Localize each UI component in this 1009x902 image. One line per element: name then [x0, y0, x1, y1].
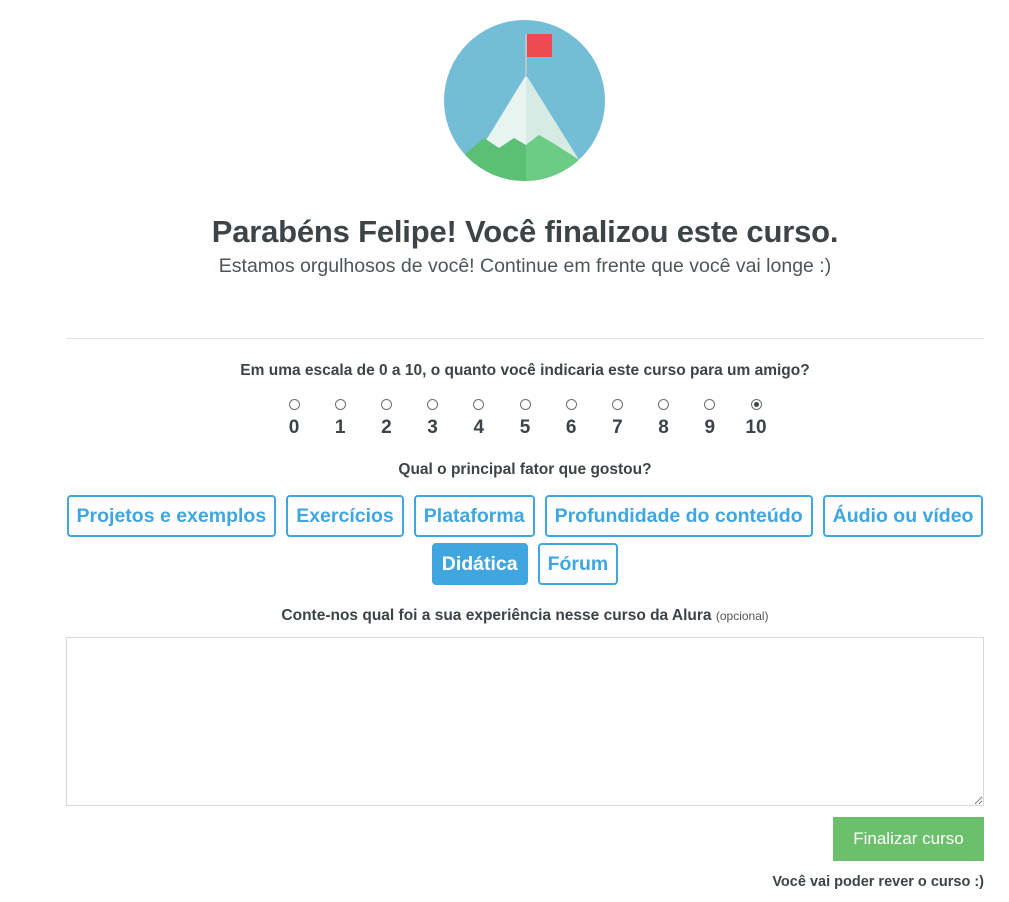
- page-title: Parabéns Felipe! Você finalizou este cur…: [211, 214, 839, 249]
- review-note: Você vai poder rever o curso :): [772, 874, 984, 890]
- nps-option-7[interactable]: 7: [597, 395, 637, 439]
- nps-radio-8[interactable]: [658, 399, 670, 410]
- nps-radio-6[interactable]: [565, 399, 577, 410]
- nps-radio-7[interactable]: [611, 399, 623, 410]
- nps-radio-1[interactable]: [334, 399, 346, 410]
- nps-radio-5[interactable]: [519, 399, 531, 410]
- factor-button-forum[interactable]: Fórum: [537, 543, 619, 585]
- factor-button-plataforma[interactable]: Plataforma: [413, 495, 535, 537]
- factor-button-audio-ou-video[interactable]: Áudio ou vídeo: [822, 495, 984, 537]
- nps-option-8[interactable]: 8: [644, 395, 684, 439]
- nps-option-0[interactable]: 0: [274, 395, 314, 439]
- comment-textarea[interactable]: [66, 637, 984, 806]
- nps-label-2: 2: [381, 417, 392, 438]
- nps-radio-9[interactable]: [704, 399, 716, 410]
- nps-label-1: 1: [334, 417, 346, 438]
- nps-option-3[interactable]: 3: [413, 395, 453, 439]
- factor-question: Qual o principal fator que gostou?: [398, 461, 652, 478]
- factor-options: Projetos e exemplos Exercícios Plataforma P…: [0, 495, 1009, 591]
- finish-course-button[interactable]: Finalizar curso: [833, 817, 984, 861]
- nps-option-2[interactable]: 2: [366, 395, 406, 439]
- comment-label-text: Conte-nos qual foi a sua experiência nes…: [281, 607, 712, 624]
- nps-question: Em uma escala de 0 a 10, o quanto você i…: [240, 362, 810, 379]
- nps-label-3: 3: [427, 417, 438, 438]
- nps-option-1[interactable]: 1: [320, 395, 360, 439]
- nps-radio-10[interactable]: [750, 399, 762, 410]
- nps-option-5[interactable]: 5: [505, 395, 545, 439]
- page-subtitle: Estamos orgulhosos de você! Continue em …: [218, 255, 832, 277]
- nps-option-10[interactable]: 10: [736, 395, 776, 439]
- factor-row: Didática Fórum: [0, 543, 1009, 585]
- factor-button-projetos-e-exemplos[interactable]: Projetos e exemplos: [66, 495, 277, 537]
- nps-radio-3[interactable]: [427, 399, 439, 410]
- mountain-flag-icon: [444, 20, 605, 181]
- nps-label-6: 6: [565, 417, 577, 438]
- nps-label-10: 10: [745, 417, 767, 438]
- nps-label-8: 8: [658, 417, 669, 438]
- comment-label: Conte-nos qual foi a sua experiência nes…: [0, 607, 1009, 625]
- nps-label-9: 9: [704, 417, 716, 438]
- nps-option-9[interactable]: 9: [690, 395, 730, 439]
- nps-label-0: 0: [288, 417, 300, 438]
- course-complete-badge: [444, 20, 605, 181]
- nps-radio-2[interactable]: [380, 399, 392, 410]
- nps-option-4[interactable]: 4: [459, 395, 499, 439]
- nps-label-5: 5: [519, 417, 531, 438]
- nps-option-6[interactable]: 6: [551, 395, 591, 439]
- divider: [66, 338, 984, 339]
- factor-button-exercicios[interactable]: Exercícios: [286, 495, 404, 537]
- factor-button-profundidade-do-conteudo[interactable]: Profundidade do conteúdo: [544, 495, 813, 537]
- nps-label-7: 7: [612, 417, 623, 438]
- nps-radio-0[interactable]: [288, 399, 300, 410]
- factor-button-didatica[interactable]: Didática: [431, 543, 528, 585]
- nps-radio-4[interactable]: [473, 399, 485, 410]
- nps-scale: 0 1 2 3 4 5 6 7 8 9 10: [0, 395, 1009, 445]
- optional-hint: (opcional): [715, 609, 769, 623]
- nps-label-4: 4: [473, 417, 485, 438]
- factor-row: Projetos e exemplos Exercícios Plataforma P…: [0, 495, 1009, 537]
